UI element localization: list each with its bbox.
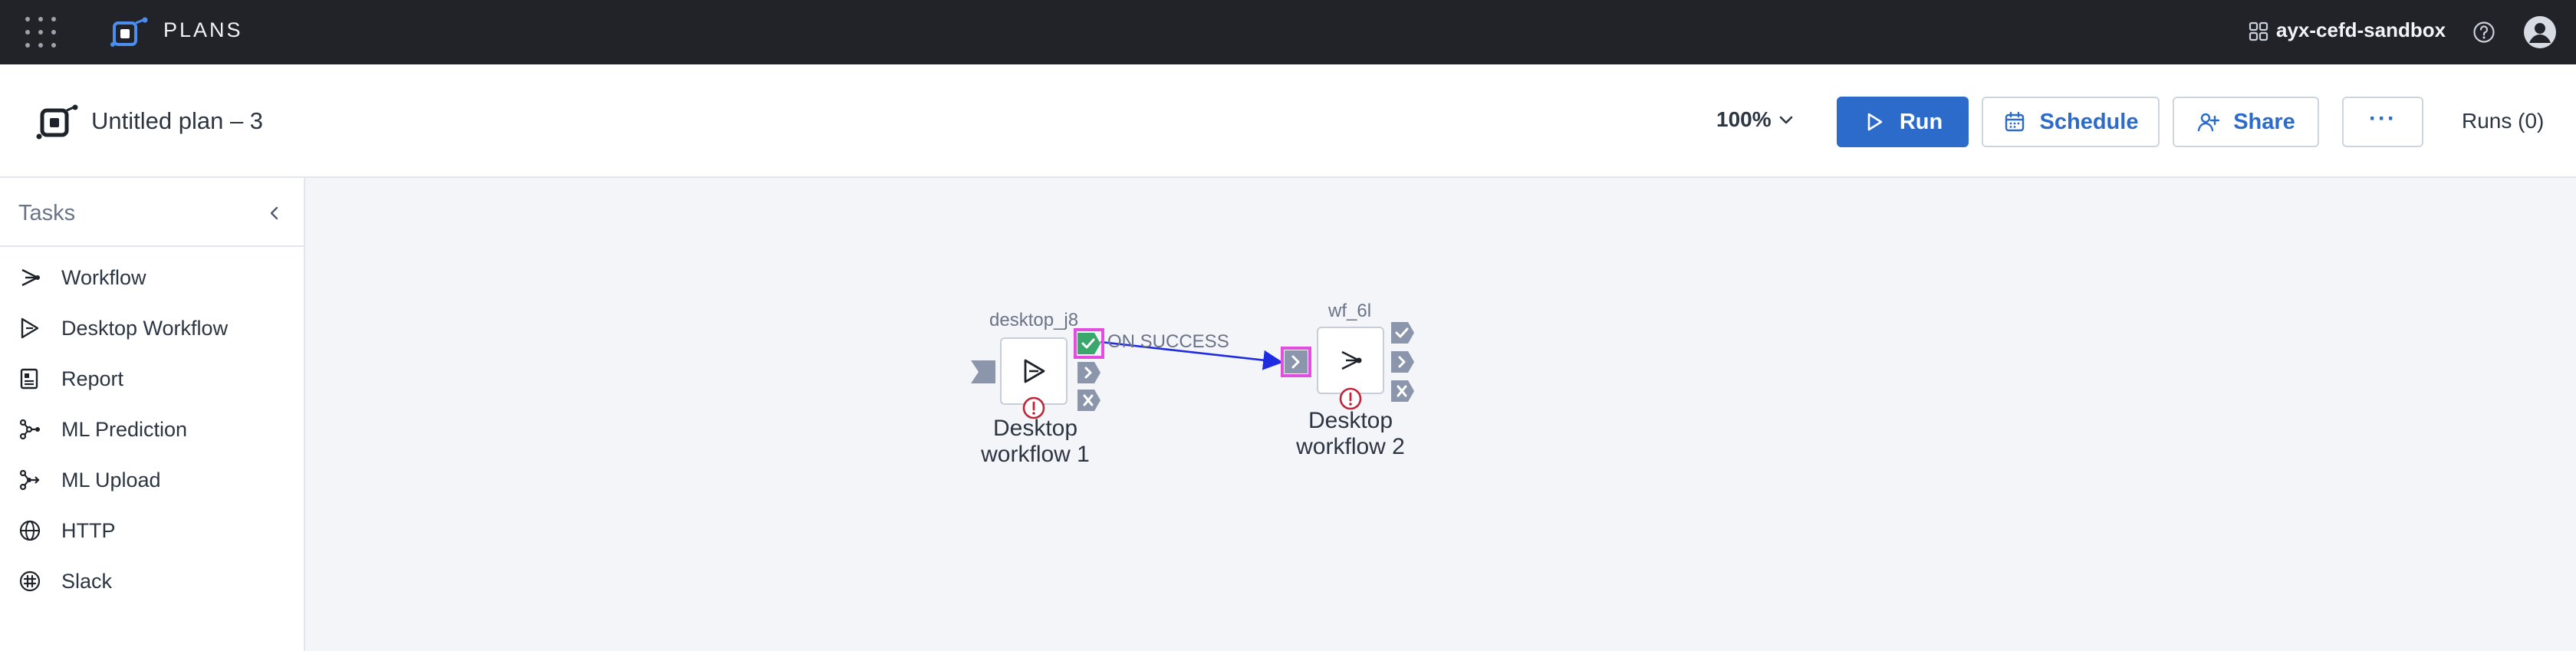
desktop-workflow-node-1[interactable] — [1000, 337, 1068, 405]
task-item-label: ML Upload — [61, 468, 161, 492]
schedule-button-label: Schedule — [2039, 109, 2139, 134]
task-item-label: Workflow — [61, 265, 146, 289]
collapse-sidebar-chevron-icon[interactable] — [264, 202, 285, 224]
workspace-name[interactable]: ayx-cefd-sandbox — [2276, 18, 2446, 42]
task-item-slack[interactable]: Slack — [17, 564, 293, 598]
share-button[interactable]: Share — [2173, 97, 2319, 147]
report-icon — [20, 368, 38, 390]
user-avatar-icon[interactable] — [2523, 15, 2557, 49]
task-item-report[interactable]: Report — [17, 362, 293, 396]
app-launcher-icon[interactable] — [25, 17, 56, 48]
node-id: wf_6l — [1328, 301, 1372, 321]
node-label-line-2: workflow 2 — [1296, 434, 1405, 459]
desktop-workflow-icon — [1024, 359, 1045, 383]
sidebar-divider — [0, 245, 304, 247]
workspace-grid-icon[interactable] — [2249, 21, 2268, 41]
more-options-label: ··· — [2369, 106, 2397, 131]
success-output-port-check-icon[interactable] — [1077, 333, 1100, 354]
plans-logo-icon — [110, 17, 148, 47]
tasks-title: Tasks — [18, 201, 76, 225]
task-item-desktop-workflow[interactable]: Desktop Workflow — [17, 311, 293, 345]
failure-output-port-x-icon[interactable] — [1077, 390, 1100, 411]
task-item-ml-upload[interactable]: ML Upload — [17, 463, 293, 497]
task-item-http[interactable]: HTTP — [17, 514, 293, 547]
node-id: desktop_j8 — [989, 310, 1079, 330]
globe-icon — [19, 520, 41, 541]
zoom-value: 100% — [1716, 107, 1772, 131]
success-output-port-check-icon[interactable] — [1391, 322, 1414, 344]
add-user-icon — [2197, 113, 2220, 132]
node-label-line-1: Desktop — [992, 416, 1078, 441]
product-name: PLANS — [163, 18, 243, 41]
help-icon[interactable] — [2472, 21, 2495, 44]
workflow-icon — [1341, 350, 1362, 370]
chevron-down-icon — [1779, 116, 1792, 124]
node-label-line-1: Desktop — [1308, 408, 1393, 433]
plan-title[interactable]: Untitled plan – 3 — [91, 107, 263, 135]
node-input-port[interactable] — [971, 360, 995, 383]
runs-link[interactable]: Runs (0) — [2462, 109, 2544, 133]
task-item-label: HTTP — [61, 518, 116, 542]
ml-prediction-icon — [19, 419, 40, 440]
task-item-label: ML Prediction — [61, 417, 188, 441]
share-button-label: Share — [2233, 109, 2295, 134]
workflow-icon — [21, 268, 40, 287]
desktop-workflow-node-2[interactable] — [1317, 327, 1384, 394]
task-item-label: Slack — [61, 569, 113, 593]
desktop-workflow-icon — [21, 317, 39, 339]
next-output-port-chevron-icon[interactable] — [1391, 351, 1414, 373]
next-output-port-chevron-icon[interactable] — [1077, 362, 1100, 383]
run-button-label: Run — [1899, 109, 1943, 134]
task-item-workflow[interactable]: Workflow — [17, 261, 293, 294]
node-label: Desktop workflow 2 — [1266, 408, 1435, 460]
failure-output-port-x-icon[interactable] — [1391, 380, 1414, 402]
zoom-select[interactable]: 100% — [1716, 107, 1796, 132]
task-item-ml-prediction[interactable]: ML Prediction — [17, 413, 293, 446]
plan-logo-icon — [36, 104, 78, 140]
calendar-icon — [2005, 111, 2024, 132]
task-item-label: Desktop Workflow — [61, 316, 229, 340]
slack-icon — [19, 570, 41, 592]
task-item-label: Report — [61, 367, 124, 390]
edge-label: ON SUCCESS — [1107, 331, 1229, 352]
more-options-button[interactable]: ··· — [2342, 97, 2423, 147]
node-input-port[interactable] — [1285, 350, 1308, 373]
node-label: Desktop workflow 1 — [951, 416, 1120, 468]
ml-upload-icon — [19, 469, 40, 491]
schedule-button[interactable]: Schedule — [1982, 97, 2160, 147]
top-navigation-bar — [0, 0, 2576, 64]
plan-canvas[interactable] — [305, 178, 2576, 651]
run-button[interactable]: Run — [1837, 97, 1969, 147]
play-icon — [1867, 113, 1883, 131]
node-label-line-2: workflow 1 — [981, 442, 1090, 467]
